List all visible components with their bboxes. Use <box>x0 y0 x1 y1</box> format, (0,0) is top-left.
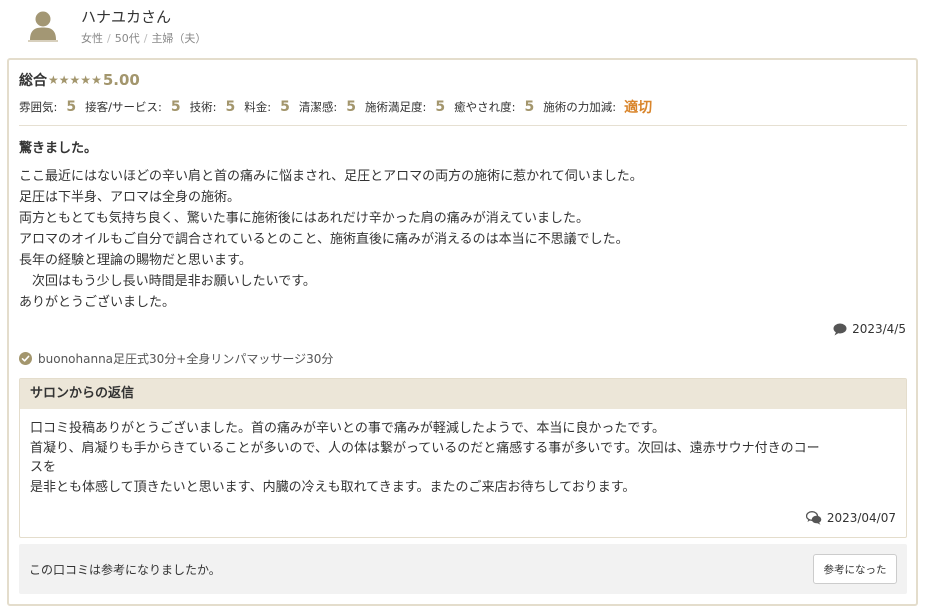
rating-item: 施術満足度: 5 <box>365 99 445 115</box>
rating-value: 5 <box>66 99 77 115</box>
rating-item: 技術: 5 <box>190 99 236 115</box>
overall-rating: 総合 ★ ★ ★ ★ ★ 5.00 <box>19 70 140 90</box>
menu-used: buonohanna足圧式30分+全身リンパマッサージ30分 <box>19 350 333 367</box>
rating-item: 癒やされ度: 5 <box>454 99 534 115</box>
reply-date-text: 2023/04/07 <box>826 511 896 525</box>
review-line: 足圧は下半身、アロマは全身の施術。 <box>19 190 241 205</box>
review-line: ありがとうございました。 <box>19 295 176 310</box>
reviewer-gender: 女性 <box>81 32 103 45</box>
review-title: 驚きました。 <box>19 141 98 156</box>
menu-name[interactable]: buonohanna足圧式30分+全身リンパマッサージ30分 <box>38 350 333 367</box>
rating-value: 5 <box>225 99 236 115</box>
rating-label: 癒やされ度: <box>454 100 516 114</box>
rating-value: 5 <box>170 99 181 115</box>
speech-bubbles-icon <box>805 511 822 525</box>
reply-body: 口コミ投稿ありがとうございました。首の痛みが辛いとの事で痛みが軽減したようで、本… <box>30 419 892 497</box>
rating-label: 清潔感: <box>298 100 338 114</box>
rating-value: 5 <box>280 99 290 115</box>
star-icon: ★ <box>48 73 59 87</box>
review-line: ここ最近にはないほどの辛い肩と首の痛みに悩まされ、足圧とアロマの両方の施術に惹か… <box>19 169 643 184</box>
reviewer-age: 50代 <box>114 32 140 45</box>
reviewer-occupation: 主婦（夫） <box>151 32 207 45</box>
rating-label: 接客/サービス: <box>85 100 162 114</box>
rating-item: 料金: 5 <box>244 99 290 115</box>
rating-value: 5 <box>346 99 356 115</box>
speech-bubble-icon <box>833 323 847 335</box>
rating-label: 施術満足度: <box>365 100 427 114</box>
rating-value: 5 <box>435 99 446 115</box>
rating-label: 雰囲気: <box>19 100 58 114</box>
check-circle-icon <box>19 352 32 365</box>
reply-line: 是非とも体感して頂きたいと思います、内臓の冷えも取れてきます。またのご来店お待ち… <box>30 479 636 495</box>
review-line: 長年の経験と理論の賜物だと思います。 <box>19 253 252 268</box>
rating-item: 施術の力加減: 適切 <box>543 97 652 117</box>
overall-label: 総合 <box>19 73 47 89</box>
helpful-question: この口コミは参考になりましたか。 <box>29 563 221 577</box>
reviewer-name: ハナユカさん <box>81 8 172 26</box>
rating-value: 5 <box>524 99 535 115</box>
rating-item: 接客/サービス: 5 <box>85 99 181 115</box>
reviewer-meta: 女性/50代 / 主婦（夫） <box>81 32 207 45</box>
rating-item: 清潔感: 5 <box>299 99 356 115</box>
reviewer-header: ハナユカさん 女性/50代 / 主婦（夫） <box>0 0 929 58</box>
salon-reply: サロンからの返信 口コミ投稿ありがとうございました。首の痛みが辛いとの事で痛みが… <box>19 378 907 538</box>
reply-date: 2023/04/07 <box>805 511 896 525</box>
reply-line: スを <box>30 460 57 475</box>
review-date: 2023/4/5 <box>833 322 906 336</box>
rating-value: 適切 <box>624 100 653 116</box>
review-line: 両方ともとても気持ち良く、驚いた事に施術後にはあれだけ辛かった肩の痛みが消えてい… <box>19 211 590 226</box>
review-line: アロマのオイルもご自分で調合されているとのこと、施術直後に痛みが消えるのは本当に… <box>19 232 629 247</box>
review-body: ここ最近にはないほどの辛い肩と首の痛みに悩まされ、足圧とアロマの両方の施術に惹か… <box>19 166 899 313</box>
helpful-button[interactable]: 参考になった <box>813 554 897 584</box>
rating-label: 料金: <box>244 100 272 114</box>
star-icon: ★ <box>91 73 102 87</box>
review-line: 次回はもう少し長い時間是非お願いしたいです。 <box>19 274 316 289</box>
rating-label: 施術の力加減: <box>543 100 617 114</box>
reply-line: 口コミ投稿ありがとうございました。首の痛みが辛いとの事で痛みが軽減したようで、本… <box>30 421 666 436</box>
reply-heading: サロンからの返信 <box>20 379 906 409</box>
user-avatar-icon <box>28 11 58 42</box>
star-icon: ★ <box>69 73 81 87</box>
rating-label: 技術: <box>189 100 217 114</box>
star-icon: ★ <box>58 73 70 87</box>
rating-item: 雰囲気: 5 <box>19 99 76 115</box>
star-icon: ★ <box>80 73 92 87</box>
helpful-section: この口コミは参考になりましたか。 参考になった <box>19 544 907 594</box>
overall-score: 5.00 <box>102 71 140 89</box>
review-date-text: 2023/4/5 <box>852 322 906 336</box>
divider <box>19 125 907 126</box>
reply-line: 首凝り、肩凝りも手からきていることが多いので、人の体は繋がっているのだと痛感する… <box>30 440 820 456</box>
rating-breakdown: 雰囲気: 5 接客/サービス: 5 技術: 5 料金: 5 清潔感: 5 施術満足度: 5 癒やされ度:… <box>19 97 661 117</box>
review-card: 総合 ★ ★ ★ ★ ★ 5.00 雰囲気: 5 接客/サービス: 5 技術: 5 料金: 5 清潔感:… <box>7 58 918 606</box>
star-rating: ★ ★ ★ ★ ★ <box>48 74 102 86</box>
